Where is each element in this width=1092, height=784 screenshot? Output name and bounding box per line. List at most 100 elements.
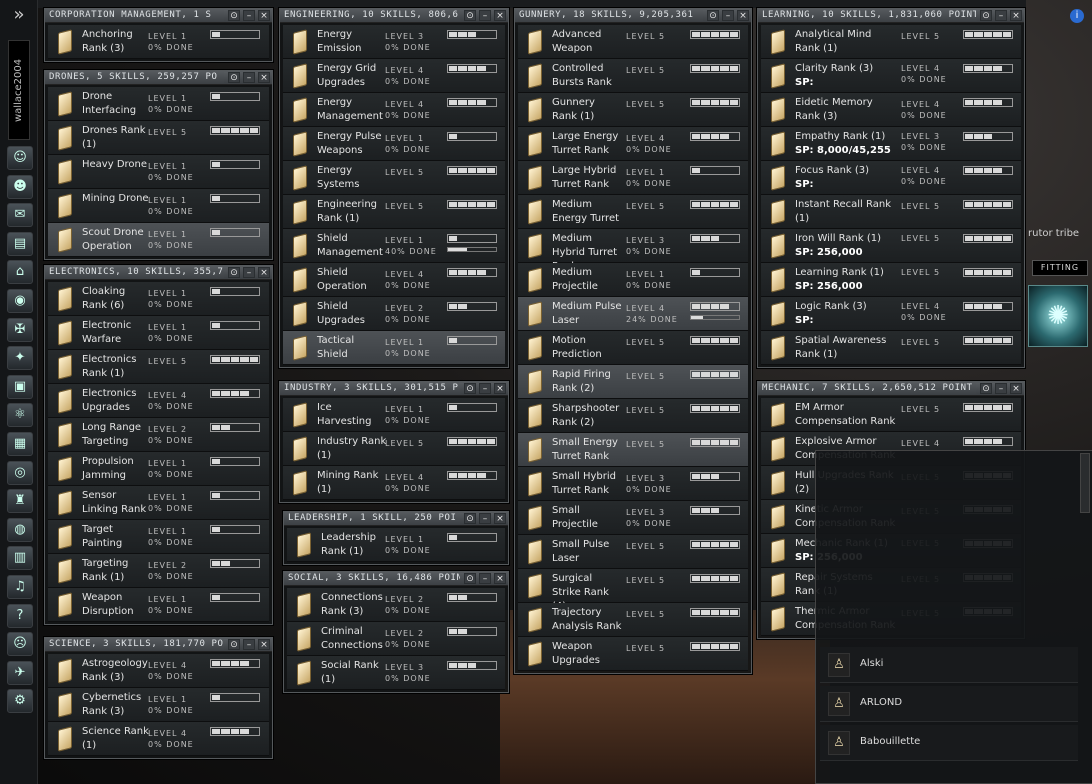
lock-icon[interactable]: ⊙ — [228, 639, 240, 650]
drones-window-titlebar[interactable]: DRONES, 5 SKILLS, 259,257 PO ⊙ – × — [45, 71, 272, 85]
people-row[interactable]: ♙ Alski — [820, 647, 1078, 683]
close-button[interactable]: × — [258, 72, 270, 83]
skill-row[interactable]: Shield Upgrades LEVEL 2 0% DONE — [283, 297, 505, 331]
skill-row[interactable]: Trajectory Analysis Rank LEVEL 5 — [518, 603, 748, 637]
close-button[interactable]: × — [494, 513, 506, 524]
skill-row[interactable]: Medium Pulse Laser LEVEL 4 24% DONE — [518, 297, 748, 331]
skill-row[interactable]: Shield Operation LEVEL 4 0% DONE — [283, 263, 505, 297]
science-window-titlebar[interactable]: SCIENCE, 3 SKILLS, 181,770 PO ⊙ – × — [45, 638, 272, 652]
lock-icon[interactable]: ⊙ — [228, 10, 240, 21]
skill-row[interactable]: Social Rank (1) LEVEL 3 0% DONE — [287, 656, 505, 690]
help-icon[interactable]: ◎ — [7, 460, 33, 485]
minimize-button[interactable]: – — [995, 10, 1007, 21]
corporation-icon[interactable]: ✠ — [7, 317, 33, 342]
mask-icon[interactable]: ☹ — [7, 632, 33, 657]
skill-row[interactable]: Empathy Rank (1) LEVEL 3 0% DONE SP: 8,000/… — [761, 127, 1021, 161]
market-icon[interactable]: ✦ — [7, 346, 33, 371]
skill-row[interactable]: Large Hybrid Turret Rank LEVEL 1 0% DONE — [518, 161, 748, 195]
skill-row[interactable]: Energy Grid Upgrades LEVEL 4 0% DONE — [283, 59, 505, 93]
mail-icon[interactable]: ✉ — [7, 203, 33, 228]
skill-row[interactable]: Scout Drone Operation LEVEL 1 0% DONE — [48, 223, 269, 257]
engineering-window-titlebar[interactable]: ENGINEERING, 10 SKILLS, 806,6 ⊙ – × — [280, 9, 508, 23]
skill-row[interactable]: Learning Rank (1) LEVEL 5 SP: 256,000 — [761, 263, 1021, 297]
lock-icon[interactable]: ⊙ — [464, 383, 476, 394]
minimize-button[interactable]: – — [479, 573, 491, 584]
skill-row[interactable]: Instant Recall Rank (1) LEVEL 5 — [761, 195, 1021, 229]
skill-row[interactable]: Industry Rank (1) LEVEL 5 — [283, 432, 505, 466]
skill-row[interactable]: Weapon Disruption LEVEL 1 0% DONE — [48, 588, 269, 622]
skill-row[interactable]: Surgical Strike Rank (4)LEVEL 5 — [518, 569, 748, 612]
contracts-icon[interactable]: ▥ — [7, 546, 33, 571]
skill-row[interactable]: Gunnery Rank (1) LEVEL 5 — [518, 93, 748, 127]
ship-icon[interactable]: ✺ — [1028, 285, 1088, 347]
lock-icon[interactable]: ⊙ — [228, 267, 240, 278]
skill-row[interactable]: Engineering Rank (1) LEVEL 5 — [283, 195, 505, 229]
close-button[interactable]: × — [1010, 383, 1022, 394]
skill-row[interactable]: Energy Pulse Weapons LEVEL 1 0% DONE — [283, 127, 505, 161]
scrollbar[interactable] — [1080, 453, 1090, 513]
minimize-button[interactable]: – — [243, 10, 255, 21]
skill-row[interactable]: Eidetic Memory Rank (3) LEVEL 4 0% DONE — [761, 93, 1021, 127]
lock-icon[interactable]: ⊙ — [464, 573, 476, 584]
learning-window-titlebar[interactable]: LEARNING, 10 SKILLS, 1,831,060 POINT ⊙ – × — [758, 9, 1024, 23]
info-icon[interactable]: i — [1070, 9, 1084, 23]
minimize-button[interactable]: – — [243, 639, 255, 650]
journal-icon[interactable]: ◍ — [7, 517, 33, 542]
skill-row[interactable]: Cloaking Rank (6) LEVEL 1 0% DONE — [48, 282, 269, 316]
close-button[interactable]: × — [737, 10, 749, 21]
science-icon[interactable]: ⚛ — [7, 403, 33, 428]
industry-window-titlebar[interactable]: INDUSTRY, 3 SKILLS, 301,515 P ⊙ – × — [280, 382, 508, 396]
skill-row[interactable]: Shield Management LEVEL 1 40% DONE — [283, 229, 505, 263]
lock-icon[interactable]: ⊙ — [707, 10, 719, 21]
minimize-button[interactable]: – — [479, 10, 491, 21]
skill-row[interactable]: Mining Rank (1) LEVEL 4 0% DONE — [283, 466, 505, 500]
skill-row[interactable]: Small Hybrid Turret Rank LEVEL 3 0% DONE — [518, 467, 748, 501]
skill-row[interactable]: Ice Harvesting LEVEL 1 0% DONE — [283, 398, 505, 432]
ship-icon[interactable]: ✈ — [7, 660, 33, 685]
skill-row[interactable]: Energy Management LEVEL 4 0% DONE — [283, 93, 505, 127]
close-button[interactable]: × — [258, 267, 270, 278]
skill-row[interactable]: Medium Energy Turret LEVEL 5 — [518, 195, 748, 229]
skill-row[interactable]: Leadership Rank (1) LEVEL 1 0% DONE — [287, 528, 505, 562]
skill-row[interactable]: Targeting Rank (1) LEVEL 2 0% DONE — [48, 554, 269, 588]
minimize-button[interactable]: – — [995, 383, 1007, 394]
skill-row[interactable]: Controlled Bursts Rank LEVEL 5 — [518, 59, 748, 93]
skill-row[interactable]: Mining Drone LEVEL 1 0% DONE — [48, 189, 269, 223]
pilot-name-tab[interactable]: wallace2004 — [8, 40, 30, 140]
sidebar-toggle-button[interactable]: » — [0, 0, 38, 32]
skill-row[interactable]: Energy Emission LEVEL 3 0% DONE — [283, 25, 505, 59]
skill-row[interactable]: Large Energy Turret Rank LEVEL 4 0% DONE — [518, 127, 748, 161]
corporation-window-titlebar[interactable]: CORPORATION MANAGEMENT, 1 S ⊙ – × — [45, 9, 272, 23]
skill-row[interactable]: Cybernetics Rank (3) LEVEL 1 0% DONE — [48, 688, 269, 722]
lock-icon[interactable]: ⊙ — [464, 10, 476, 21]
skill-row[interactable]: Electronics Upgrades LEVEL 4 0% DONE — [48, 384, 269, 418]
drone-icon[interactable]: ⚙ — [7, 689, 33, 714]
close-button[interactable]: × — [1010, 10, 1022, 21]
question-icon[interactable]: ? — [7, 603, 33, 628]
minimize-button[interactable]: – — [479, 513, 491, 524]
minimize-button[interactable]: – — [243, 72, 255, 83]
skill-row[interactable]: Logic Rank (3) LEVEL 4 0% DONE SP: — [761, 297, 1021, 331]
close-button[interactable]: × — [494, 10, 506, 21]
people-row[interactable]: ♙ Babouillette — [820, 725, 1078, 761]
skill-row[interactable]: Criminal Connections LEVEL 2 0% DONE — [287, 622, 505, 656]
skill-row[interactable]: Advanced Weapon LEVEL 5 — [518, 25, 748, 59]
people-places-icon[interactable]: ☻ — [7, 174, 33, 199]
skill-row[interactable]: Propulsion Jamming LEVEL 1 0% DONE — [48, 452, 269, 486]
fitting-button[interactable]: FITTING — [1032, 260, 1088, 276]
skill-row[interactable]: Energy Systems LEVEL 5 — [283, 161, 505, 195]
mechanic-window-titlebar[interactable]: MECHANIC, 7 SKILLS, 2,650,512 POINT ⊙ – × — [758, 382, 1024, 396]
lock-icon[interactable]: ⊙ — [980, 10, 992, 21]
minimize-button[interactable]: – — [722, 10, 734, 21]
skill-row[interactable]: Medium Projectile LEVEL 1 0% DONE — [518, 263, 748, 297]
leadership-window-titlebar[interactable]: LEADERSHIP, 1 SKILL, 250 POI ⊙ – × — [284, 512, 508, 526]
skill-row[interactable]: EM Armor Compensation Rank LEVEL 5 — [761, 398, 1021, 432]
lock-icon[interactable]: ⊙ — [228, 72, 240, 83]
skill-row[interactable]: Electronics Rank (1) LEVEL 5 — [48, 350, 269, 384]
notepad-icon[interactable]: ▤ — [7, 231, 33, 256]
skill-row[interactable]: Tactical Shield LEVEL 1 0% DONE — [283, 331, 505, 365]
minimize-button[interactable]: – — [479, 383, 491, 394]
skill-row[interactable]: Anchoring Rank (3) LEVEL 1 0% DONE — [48, 25, 269, 59]
skill-row[interactable]: Weapon Upgrades LEVEL 5 — [518, 637, 748, 671]
cargo-icon[interactable]: ⌂ — [7, 260, 33, 285]
